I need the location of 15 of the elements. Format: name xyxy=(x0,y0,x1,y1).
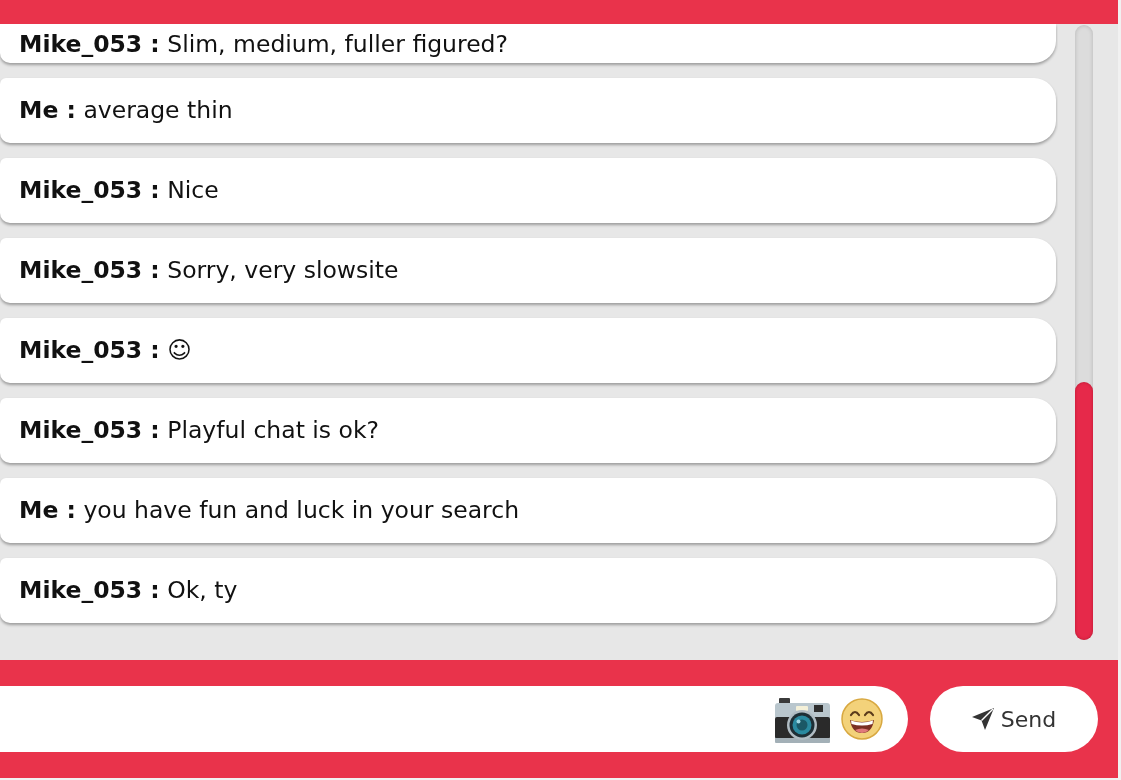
send-icon xyxy=(971,708,994,730)
message-text: Mike_053 : Slim, medium, fuller figured? xyxy=(19,30,508,59)
scrollbar-thumb[interactable] xyxy=(1075,382,1093,640)
grinning-face-icon[interactable] xyxy=(841,698,883,740)
scrollbar-track[interactable] xyxy=(1075,25,1093,640)
message-text: Mike_053 : Ok, ty xyxy=(19,576,238,605)
message-text: Mike_053 : Playful chat is ok? xyxy=(19,416,379,445)
message-text: Mike_053 : ☺ xyxy=(19,336,192,365)
message-input-field[interactable] xyxy=(0,686,908,752)
message-text: Me : you have fun and luck in your search xyxy=(19,496,520,525)
message-text: Mike_053 : Nice xyxy=(19,176,219,205)
message-text: Mike_053 : Sorry, very slowsite xyxy=(19,256,399,285)
message-text: Me : average thin xyxy=(19,96,233,125)
send-button[interactable]: Send xyxy=(930,686,1098,752)
camera-icon[interactable] xyxy=(774,695,831,743)
